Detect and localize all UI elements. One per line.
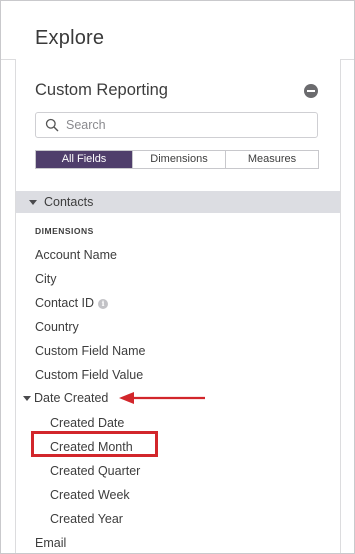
field-type-tabs: All Fields Dimensions Measures [35,150,319,169]
field-created-quarter[interactable]: Created Quarter [50,464,140,478]
section-contacts[interactable]: Contacts [16,191,340,213]
field-email[interactable]: Email [35,536,66,550]
field-custom-field-value[interactable]: Custom Field Value [35,368,143,382]
field-created-week[interactable]: Created Week [50,488,130,502]
panel-title: Custom Reporting [35,81,168,99]
search-input[interactable] [66,116,306,134]
field-contact-id[interactable]: Contact ID i [35,296,109,310]
explore-title: Explore [35,27,105,49]
field-country[interactable]: Country [35,320,79,334]
field-custom-field-name[interactable]: Custom Field Name [35,344,145,358]
field-city[interactable]: City [35,272,57,286]
caret-down-icon [29,200,37,205]
section-label: Contacts [44,195,94,209]
dimensions-group-label: DIMENSIONS [35,226,94,236]
field-created-year[interactable]: Created Year [50,512,123,526]
collapse-panel-icon[interactable] [304,84,318,98]
custom-reporting-panel: Custom Reporting All Fields Dimensions M… [15,59,341,553]
search-box [35,112,318,138]
tab-measures[interactable]: Measures [225,151,318,168]
info-icon[interactable]: i [98,299,109,309]
annotation-highlight-box [31,431,158,457]
explore-window: Explore Custom Reporting All Fields Dime… [0,0,355,554]
tab-dimensions[interactable]: Dimensions [132,151,225,168]
field-account-name[interactable]: Account Name [35,248,117,262]
annotation-arrow-icon [119,392,205,404]
field-created-date[interactable]: Created Date [50,416,124,430]
caret-down-icon [23,396,31,401]
search-icon [45,118,59,132]
field-group-label: Date Created [34,391,109,405]
tab-all-fields[interactable]: All Fields [36,151,132,168]
field-label: Contact ID [35,296,95,310]
explore-header: Explore [1,1,354,60]
